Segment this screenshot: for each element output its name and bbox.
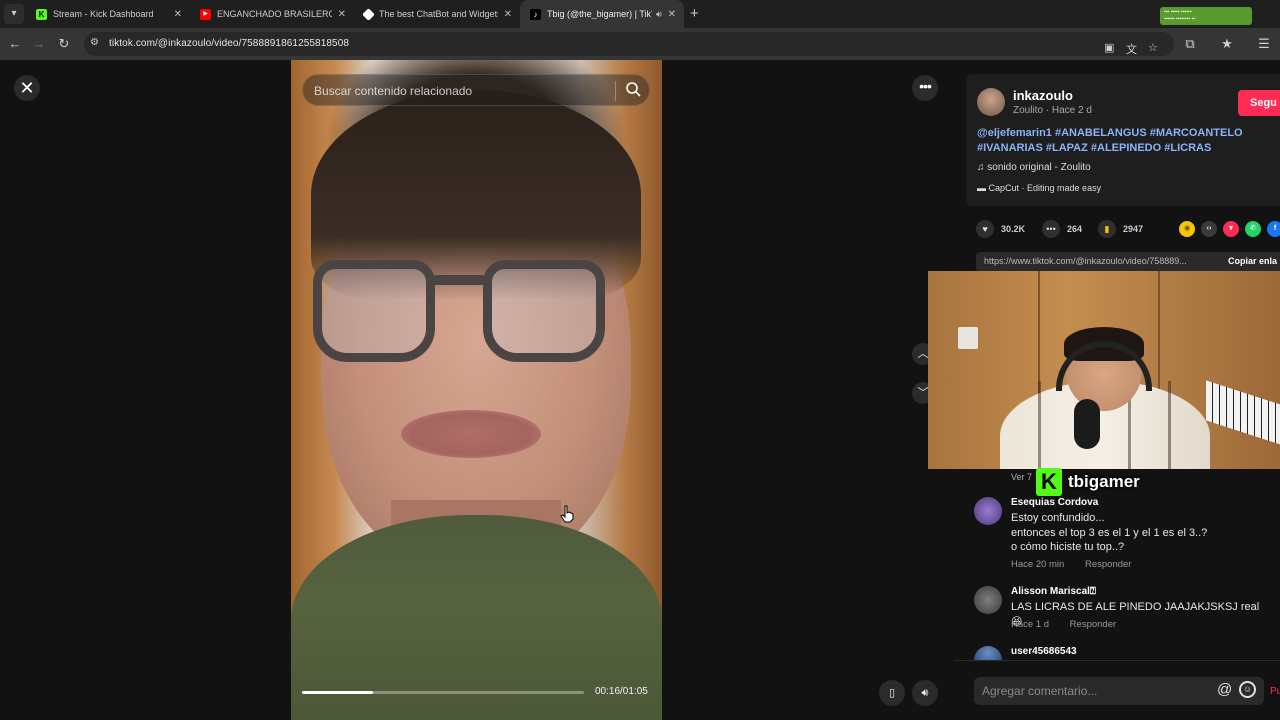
kick-icon: K [36,8,47,20]
close-video-button[interactable]: ✕ [14,75,40,101]
like-button[interactable]: ♥ 30.2K [976,220,1025,238]
embed-icon[interactable]: ‹› [1201,221,1217,237]
avatar[interactable] [974,646,1002,660]
speaker-icon[interactable]: 🔊︎ [656,9,662,20]
send-icon[interactable]: ▼ [1223,221,1239,237]
video-hashtags[interactable]: @eljefemarin1 #ANABELANGUS #MARCOANTELO … [977,126,1267,156]
avatar[interactable] [977,88,1005,116]
browser-tab-bar: ▾ K Stream - Kick Dashboard ✕ ▶ ENGANCHA… [0,0,1280,28]
list-item: Esequias Cordova Estoy confundido... ent… [974,497,1274,570]
new-tab-button[interactable]: + [690,5,699,22]
follow-button[interactable]: Segu [1238,90,1280,116]
facebook-icon[interactable]: f [1267,221,1280,237]
hand-cursor-icon [560,505,574,523]
author-username[interactable]: inkazoulo [1013,88,1073,103]
bookmark-star-icon[interactable]: ☆ [1148,41,1158,54]
reply-button[interactable]: Responder [1070,619,1116,630]
video-time: 00:16/01:05 [595,686,648,697]
streamelements-icon [362,7,375,21]
kick-logo-icon: K [1036,468,1062,496]
avatar[interactable] [974,586,1002,614]
post-comment-button[interactable]: Pu [1270,686,1280,697]
related-search-input[interactable]: Buscar contenido relacionado [302,74,650,106]
save-button[interactable]: ▮ 2947 [1098,220,1143,238]
tab-search-button[interactable]: ▾ [4,4,24,24]
tab-kick-dashboard[interactable]: K Stream - Kick Dashboard ✕ [26,0,190,28]
view-replies-link[interactable]: Ver 7 [1011,472,1032,482]
address-bar[interactable]: ⚙︎ tiktok.com/@inkazoulo/video/758889186… [84,32,1174,56]
capcut-icon: ▬ [977,183,989,193]
search-separator [615,81,616,101]
extensions-icon[interactable]: ⧉ [1182,36,1198,52]
copy-link-button[interactable]: Copiar enla [1228,256,1277,266]
close-tab-icon[interactable]: ✕ [668,9,676,20]
youtube-icon: ▶ [200,8,211,20]
bookmarks-icon[interactable]: ★ [1219,36,1235,52]
search-icon[interactable] [625,81,641,97]
comment-meta: Hace 1 d Responder [1011,619,1117,630]
author-subtitle: Zoulito · Hace 2 d [1013,105,1092,116]
mention-icon[interactable]: @ [1217,681,1232,698]
back-icon[interactable]: ← [7,36,23,52]
tab-streamelements[interactable]: The best ChatBot and Widgets ✕ [354,0,520,28]
capcut-link[interactable]: ▬ CapCut · Editing made easy [977,183,1101,193]
video-progress-bar[interactable] [302,691,584,694]
missing-glyph-icon: ⍰ [1089,586,1096,597]
whatsapp-icon[interactable]: ✆ [1245,221,1261,237]
share-link-text: https://www.tiktok.com/@inkazoulo/video/… [984,256,1187,266]
wall-socket [958,327,978,349]
comment-meta: Hace 20 min Responder [1011,559,1132,570]
close-tab-icon[interactable]: ✕ [174,9,182,20]
bookmark-icon: ▮ [1098,220,1116,238]
video-player[interactable] [291,60,662,720]
reply-button[interactable]: Responder [1085,559,1131,570]
list-item: Alisson Mariscal⍰ LAS LICRAS DE ALE PINE… [974,586,1274,632]
kick-brand-overlay: K tbigamer [1036,467,1140,497]
share-link-box[interactable]: https://www.tiktok.com/@inkazoulo/video/… [976,252,1280,272]
piano-keyboard [1206,380,1280,450]
install-app-icon[interactable]: ▣ [1104,41,1114,54]
volume-icon[interactable]: 🔊︎ [912,680,938,706]
more-options-button[interactable]: ••• [912,75,938,101]
video-mouth [401,410,541,458]
extension-notification-badge: ▪▪▪ ▪▪▪▪▪ ▪▪▪▪▪▪ ▪▪▪▪▪▪ ▪▪▪▪▪▪▪▪ ▪▪ [1160,7,1252,25]
microphone [1074,399,1100,449]
reload-icon[interactable]: ↻ [56,36,72,52]
url-text: tiktok.com/@inkazoulo/video/758889186125… [109,38,350,49]
music-note-icon: ♫ [977,162,988,173]
close-tab-icon[interactable]: ✕ [338,9,346,20]
list-item: user45686543 [974,646,1274,660]
heart-icon: ♥ [976,220,994,238]
close-tab-icon[interactable]: ✕ [504,9,512,20]
tiktok-icon: ♪ [530,8,541,20]
video-progress-fill [302,691,373,694]
author-card: inkazoulo Zoulito · Hace 2 d Segu @eljef… [966,74,1280,206]
coin-share-icon[interactable]: ◉ [1179,221,1195,237]
tab-tiktok[interactable]: ♪ Tbig (@the_bigamer) | TikTo 🔊︎ ✕ [520,0,684,28]
video-glasses-right [483,260,605,362]
comment-text: Estoy confundido... entonces el top 3 es… [1011,512,1208,553]
engagement-stats: ♥ 30.2K ••• 264 ▮ 2947 ◉ ‹› ▼ ✆ f [974,220,1280,240]
tab-youtube[interactable]: ▶ ENGANCHADO BRASILERO FU ✕ [190,0,354,28]
comment-icon: ••• [1042,220,1060,238]
streamer-webcam-overlay [928,271,1280,469]
comment-input[interactable]: Agregar comentario... @ ☺ [974,677,1264,705]
video-glasses-bridge [431,275,487,285]
forward-icon[interactable]: → [31,36,47,52]
divider [954,660,1280,661]
avatar[interactable] [974,497,1002,525]
video-glasses-left [313,260,435,362]
site-info-icon[interactable]: ⚙︎ [90,37,99,48]
miniplayer-icon[interactable]: ▯ [879,680,905,706]
comment-button[interactable]: ••• 264 [1042,220,1082,238]
music-link[interactable]: ♫ sonido original - Zoulito [977,162,1091,173]
emoji-icon[interactable]: ☺ [1239,681,1256,698]
translate-icon[interactable]: 文 [1126,41,1137,57]
browser-toolbar: ← → ↻ ⚙︎ tiktok.com/@inkazoulo/video/758… [0,28,1280,60]
side-panel-icon[interactable]: ☰ [1256,36,1272,52]
shirt-stripe [1168,381,1171,469]
shirt-stripe [1038,381,1041,469]
